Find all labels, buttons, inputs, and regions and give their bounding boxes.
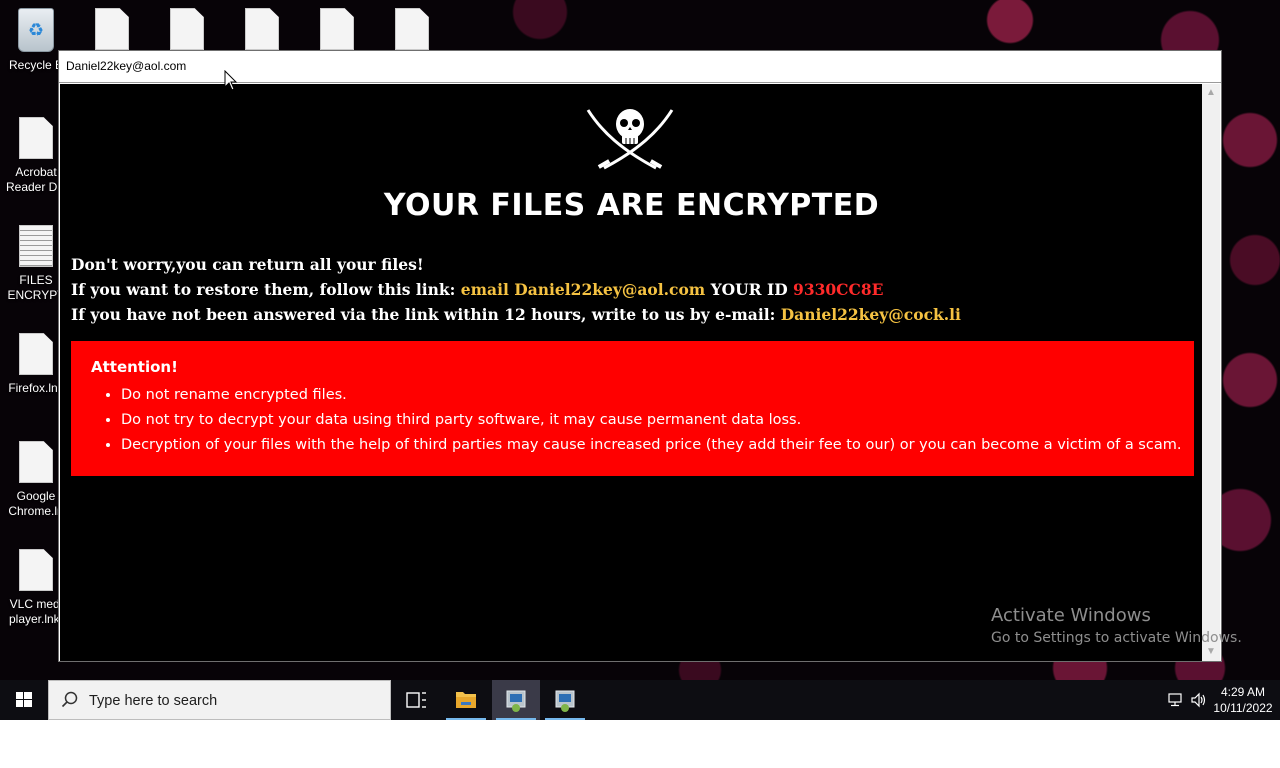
- taskbar-search-box[interactable]: Type here to search: [48, 680, 391, 720]
- file-icon: [170, 8, 204, 50]
- file-icon: [395, 8, 429, 50]
- file-icon: [19, 549, 53, 591]
- attention-title: Attention!: [91, 358, 178, 376]
- file-icon: [19, 117, 53, 159]
- clock-time: 4:29 AM: [1220, 685, 1266, 699]
- search-icon: [61, 691, 78, 708]
- scroll-up-arrow-icon[interactable]: ▲: [1202, 84, 1220, 102]
- file-icon: [19, 333, 53, 375]
- desktop-file-shortcut[interactable]: [226, 8, 298, 50]
- task-view-icon: [406, 692, 426, 708]
- victim-id: 9330CC8E: [793, 280, 884, 299]
- clock-date: 10/11/2022: [1213, 701, 1273, 715]
- desktop-file-shortcut[interactable]: [151, 8, 223, 50]
- contact-email-link[interactable]: email Daniel22key@aol.com: [461, 280, 705, 299]
- task-view-button[interactable]: [392, 680, 440, 720]
- folder-icon: [456, 692, 476, 708]
- attention-item: Do not try to decrypt your data using th…: [121, 408, 1181, 433]
- mouse-cursor-icon: [224, 70, 238, 91]
- attention-box: Attention! Do not rename encrypted files…: [71, 341, 1194, 476]
- ransom-note-content: YOUR FILES ARE ENCRYPTED Don't worry,you…: [60, 84, 1203, 661]
- app-button-active[interactable]: [492, 680, 540, 720]
- taskbar: Type here to search 4:29 AM 10/11/2022: [0, 680, 1280, 720]
- app-button[interactable]: [541, 680, 589, 720]
- backup-email[interactable]: Daniel22key@cock.li: [781, 305, 961, 324]
- desktop-file-shortcut[interactable]: [376, 8, 448, 50]
- file-icon: [95, 8, 129, 50]
- vertical-scrollbar[interactable]: ▲ ▼: [1202, 84, 1220, 661]
- file-icon: [320, 8, 354, 50]
- app-window-icon: [555, 690, 575, 712]
- search-placeholder: Type here to search: [89, 693, 218, 709]
- skull-crossed-swords-icon: [586, 109, 674, 170]
- message-line-2: If you want to restore them, follow this…: [71, 280, 883, 299]
- window-title: Daniel22key@aol.com: [66, 59, 187, 73]
- attention-item: Decryption of your files with the help o…: [121, 433, 1181, 458]
- scroll-down-arrow-icon[interactable]: ▼: [1202, 643, 1220, 661]
- id-label: YOUR ID: [705, 280, 794, 299]
- windows-logo-icon: [16, 692, 32, 707]
- desktop-file-shortcut[interactable]: [76, 8, 148, 50]
- attention-list: Do not rename encrypted files. Do not tr…: [71, 383, 1181, 458]
- line2-prefix: If you want to restore them, follow this…: [71, 280, 461, 299]
- file-icon: [245, 8, 279, 50]
- message-line-3: If you have not been answered via the li…: [71, 305, 961, 324]
- start-button[interactable]: [0, 680, 48, 720]
- recycle-bin-icon: ♻: [18, 8, 54, 52]
- message-line-1: Don't worry,you can return all your file…: [71, 255, 424, 274]
- attention-item: Do not rename encrypted files.: [121, 383, 1181, 408]
- text-file-icon: [19, 225, 53, 267]
- line3-prefix: If you have not been answered via the li…: [71, 305, 781, 324]
- file-icon: [19, 441, 53, 483]
- app-window-icon: [506, 690, 526, 712]
- taskbar-clock[interactable]: 4:29 AM 10/11/2022: [1206, 684, 1280, 716]
- network-icon[interactable]: [1166, 692, 1184, 708]
- headline: YOUR FILES ARE ENCRYPTED: [383, 188, 880, 223]
- file-explorer-button[interactable]: [442, 680, 490, 720]
- ransom-note-window: Daniel22key@aol.com YOUR FILES ARE ENCRY…: [58, 50, 1222, 662]
- desktop-file-shortcut[interactable]: [301, 8, 373, 50]
